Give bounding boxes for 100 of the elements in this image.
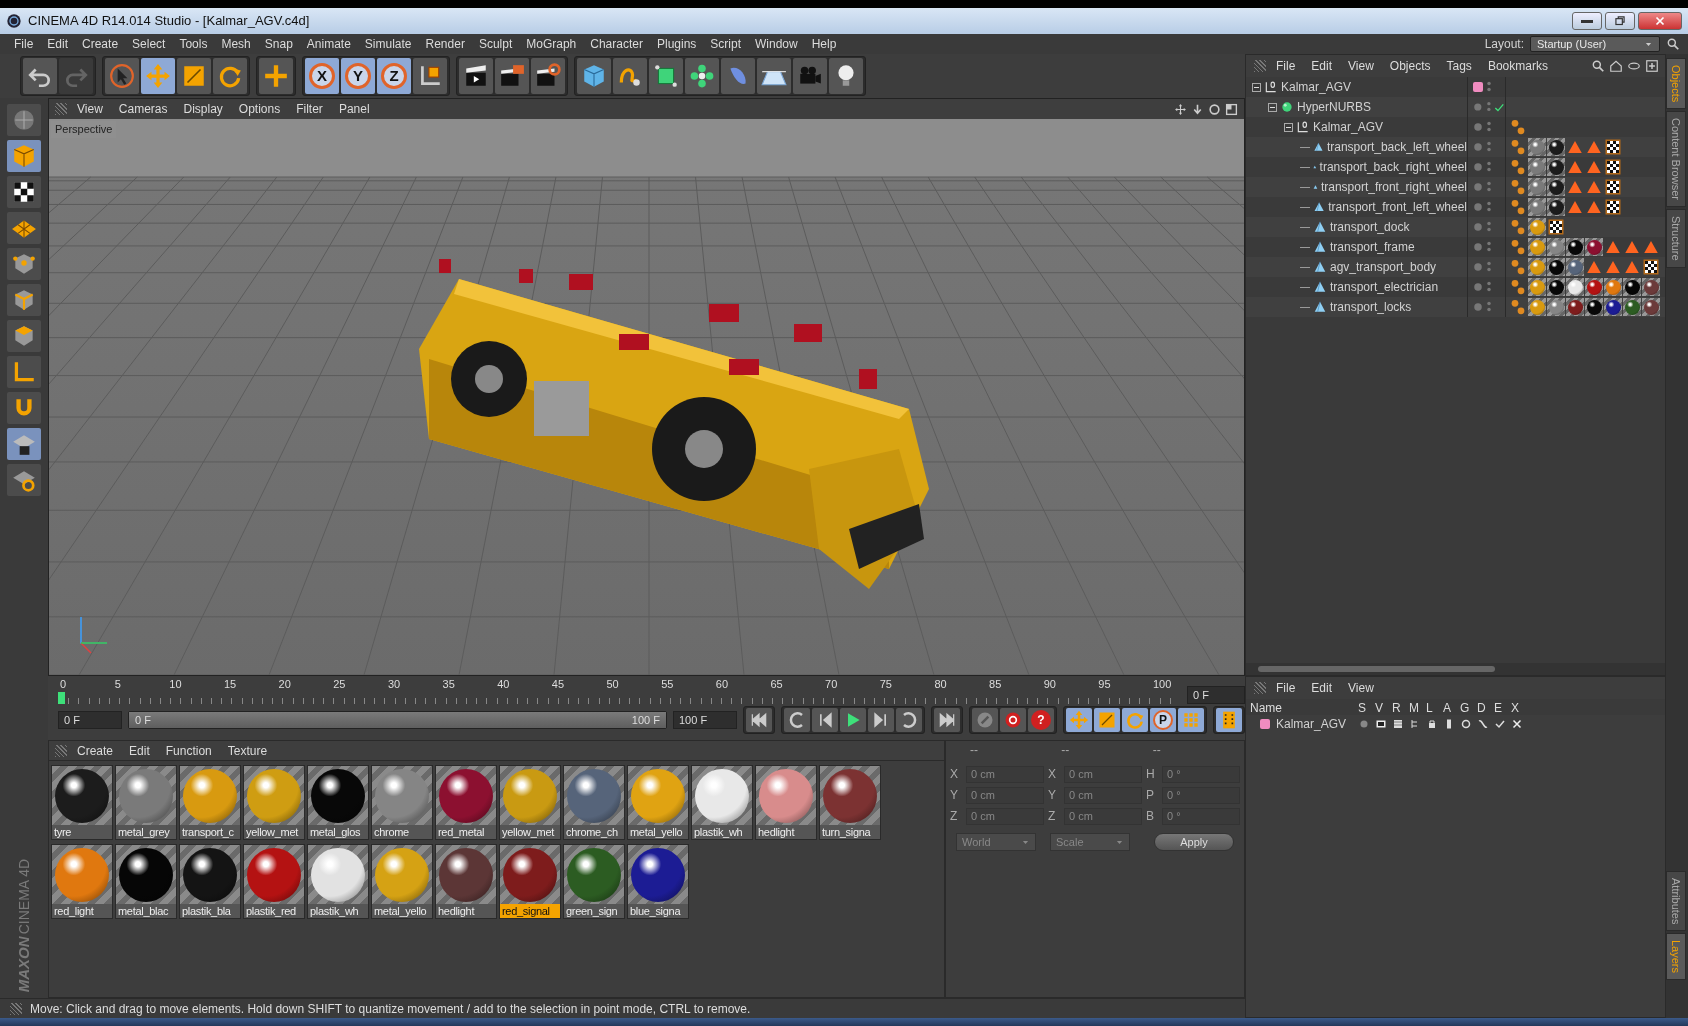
material-tag-icon[interactable]	[1604, 298, 1622, 316]
material-swatch[interactable]: hedlight	[755, 765, 817, 840]
material-swatch[interactable]: transport_c	[179, 765, 241, 840]
material-swatch[interactable]: turn_signa	[819, 765, 881, 840]
material-swatch[interactable]: plastik_wh	[307, 844, 369, 919]
menu-item[interactable]: View	[1342, 679, 1380, 697]
menu-item[interactable]: Bookmarks	[1481, 57, 1554, 75]
axis-lock-button[interactable]: Z	[377, 58, 411, 94]
wave-icon[interactable]	[1477, 718, 1489, 730]
material-swatch[interactable]: red_metal	[435, 765, 497, 840]
loop-button[interactable]	[896, 708, 922, 732]
phong-tag-icon[interactable]	[1509, 138, 1527, 156]
menu-item[interactable]: Snap	[258, 35, 299, 53]
material-tag-icon[interactable]	[1642, 278, 1660, 296]
workplane-button[interactable]	[7, 212, 41, 244]
object-row[interactable]: HyperNURBS	[1246, 97, 1665, 117]
material-swatch[interactable]: metal_glos	[307, 765, 369, 840]
material-tag-icon[interactable]	[1585, 298, 1603, 316]
material-tag-icon[interactable]	[1547, 258, 1565, 276]
axis-lock-button[interactable]: Y	[341, 58, 375, 94]
render-settings-button[interactable]	[531, 58, 565, 94]
menu-item[interactable]: Create	[71, 741, 120, 760]
key-parameter-button[interactable]: P	[1150, 708, 1176, 732]
material-tag-icon[interactable]	[1566, 298, 1584, 316]
phong-tag-icon[interactable]	[1509, 298, 1527, 316]
grip-handle[interactable]	[55, 103, 67, 115]
menu-item[interactable]: Script	[704, 35, 747, 53]
scale-tool-button[interactable]	[177, 58, 211, 94]
menu-item[interactable]: Panel	[332, 100, 376, 118]
polygons-mode-button[interactable]	[7, 320, 41, 352]
camera-button[interactable]	[793, 58, 827, 94]
nurbs-button[interactable]	[649, 58, 683, 94]
key-scale-button[interactable]	[1094, 708, 1120, 732]
start-frame-field[interactable]: 0 F	[58, 711, 122, 729]
material-swatch[interactable]: plastik_wh	[691, 765, 753, 840]
menu-item[interactable]: Texture	[221, 741, 274, 760]
layer-color-swatch[interactable]	[1473, 82, 1483, 92]
points-mode-button[interactable]	[7, 248, 41, 280]
range-fill[interactable]: 0 F 100 F	[129, 712, 666, 728]
grip-handle[interactable]	[55, 744, 67, 757]
material-tag-icon[interactable]	[1566, 278, 1584, 296]
material-swatch[interactable]: tyre	[51, 765, 113, 840]
material-swatch[interactable]: hedlight	[435, 844, 497, 919]
select-tool-button[interactable]	[105, 58, 139, 94]
material-tag-icon[interactable]	[1566, 238, 1584, 256]
object-row[interactable]: transport_back_left_wheel	[1246, 137, 1665, 157]
grip-handle[interactable]	[1254, 682, 1266, 694]
grip-handle[interactable]	[1254, 60, 1266, 72]
uvw-tag-icon[interactable]	[1604, 178, 1622, 196]
uvw-tag-icon[interactable]	[1604, 158, 1622, 176]
material-swatch[interactable]: blue_signa	[627, 844, 689, 919]
undo-button[interactable]	[23, 58, 57, 94]
expand-toggle[interactable]	[1252, 82, 1261, 92]
rotate-tool-button[interactable]	[213, 58, 247, 94]
menu-item[interactable]: MoGraph	[520, 35, 583, 53]
material-tag-icon[interactable]	[1585, 238, 1603, 256]
menu-item[interactable]: Simulate	[358, 35, 418, 53]
menu-item[interactable]: Edit	[1305, 679, 1339, 697]
axis-lock-button[interactable]	[7, 356, 41, 388]
layout-dropdown[interactable]: Startup (User)	[1530, 36, 1660, 52]
edges-mode-button[interactable]	[7, 284, 41, 316]
menu-item[interactable]: Mesh	[215, 35, 257, 53]
array-button[interactable]	[685, 58, 719, 94]
menu-item[interactable]: Help	[805, 35, 843, 53]
phong-tag-icon[interactable]	[1509, 158, 1527, 176]
material-swatch[interactable]: chrome	[371, 765, 433, 840]
menu-item[interactable]: Tags	[1440, 57, 1478, 75]
material-tag-icon[interactable]	[1642, 298, 1660, 316]
side-tab[interactable]: Attributes	[1666, 870, 1686, 931]
snap-settings-button[interactable]	[7, 464, 41, 496]
uvw-tag-icon[interactable]	[1604, 138, 1622, 156]
phong-tag-icon[interactable]	[1509, 258, 1527, 276]
menu-item[interactable]: Filter	[290, 100, 329, 118]
cube-button[interactable]	[577, 58, 611, 94]
menu-item[interactable]: Animate	[300, 35, 357, 53]
magnet-button[interactable]	[7, 392, 41, 424]
snap-button[interactable]	[7, 428, 41, 460]
material-swatch[interactable]: yellow_met	[499, 765, 561, 840]
phong-tag-icon[interactable]	[1509, 218, 1527, 236]
layer-name[interactable]: Kalmar_AGV	[1276, 715, 1347, 733]
menu-item[interactable]: Sculpt	[472, 35, 519, 53]
monitor-icon[interactable]	[1375, 718, 1387, 730]
view-mode-button[interactable]	[7, 104, 41, 136]
material-swatch[interactable]: plastik_red	[243, 844, 305, 919]
menu-item[interactable]: View	[1342, 57, 1380, 75]
end-frame-field[interactable]: 100 F	[673, 711, 737, 729]
material-swatch[interactable]: yellow_met	[243, 765, 305, 840]
cross-icon[interactable]	[1511, 718, 1523, 730]
phong-tag-icon[interactable]	[1509, 278, 1527, 296]
spline-button[interactable]	[613, 58, 647, 94]
material-swatch[interactable]: metal_grey	[115, 765, 177, 840]
menu-item[interactable]: Cameras	[112, 100, 174, 118]
menu-item[interactable]: Edit	[123, 741, 156, 760]
menu-item[interactable]: Window	[749, 35, 804, 53]
material-swatch[interactable]: metal_yello	[627, 765, 689, 840]
menu-item[interactable]: Edit	[1305, 57, 1339, 75]
expand-toggle[interactable]	[1268, 102, 1277, 112]
axis-lock-button[interactable]: X	[305, 58, 339, 94]
menu-item[interactable]: File	[1270, 57, 1302, 75]
ring-icon[interactable]	[1460, 718, 1472, 730]
